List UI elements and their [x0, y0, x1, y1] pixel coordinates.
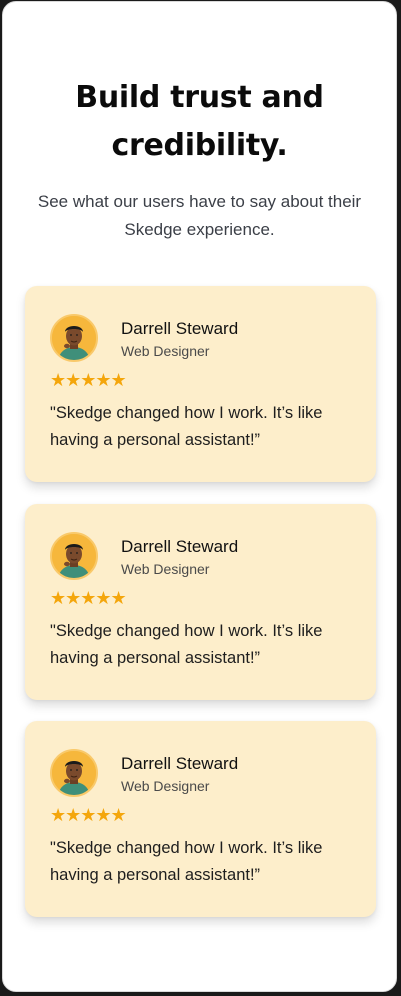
user-avatar-icon [52, 316, 96, 360]
reviewer-name: Darrell Steward [121, 537, 239, 556]
user-avatar-icon [52, 534, 96, 578]
reviewer-role: Web Designer [121, 343, 210, 359]
testimonial-quote: "Skedge changed how I work. It’s like ha… [50, 839, 323, 884]
page-title: Build trust and credibility. [75, 80, 324, 163]
avatar [50, 314, 98, 362]
star-rating: ★★★★★ [50, 370, 127, 390]
testimonial-quote: "Skedge changed how I work. It’s like ha… [50, 622, 323, 667]
avatar [50, 749, 98, 797]
avatar [50, 532, 98, 580]
page-subtitle: See what our users have to say about the… [37, 192, 362, 239]
user-avatar-icon [52, 751, 96, 795]
reviewer-role: Web Designer [121, 561, 210, 577]
phone-screen: Build trust and credibility. See what ou… [2, 1, 397, 992]
testimonial-quote: "Skedge changed how I work. It’s like ha… [50, 404, 323, 449]
star-rating: ★★★★★ [50, 588, 127, 608]
star-rating: ★★★★★ [50, 805, 127, 825]
testimonial-card: Darrell Steward Web Designer ★★★★★ "Sked… [25, 286, 376, 482]
testimonial-card: Darrell Steward Web Designer ★★★★★ "Sked… [25, 721, 376, 917]
reviewer-name: Darrell Steward [121, 319, 239, 338]
testimonial-card: Darrell Steward Web Designer ★★★★★ "Sked… [25, 504, 376, 700]
reviewer-role: Web Designer [121, 778, 210, 794]
reviewer-name: Darrell Steward [121, 754, 239, 773]
